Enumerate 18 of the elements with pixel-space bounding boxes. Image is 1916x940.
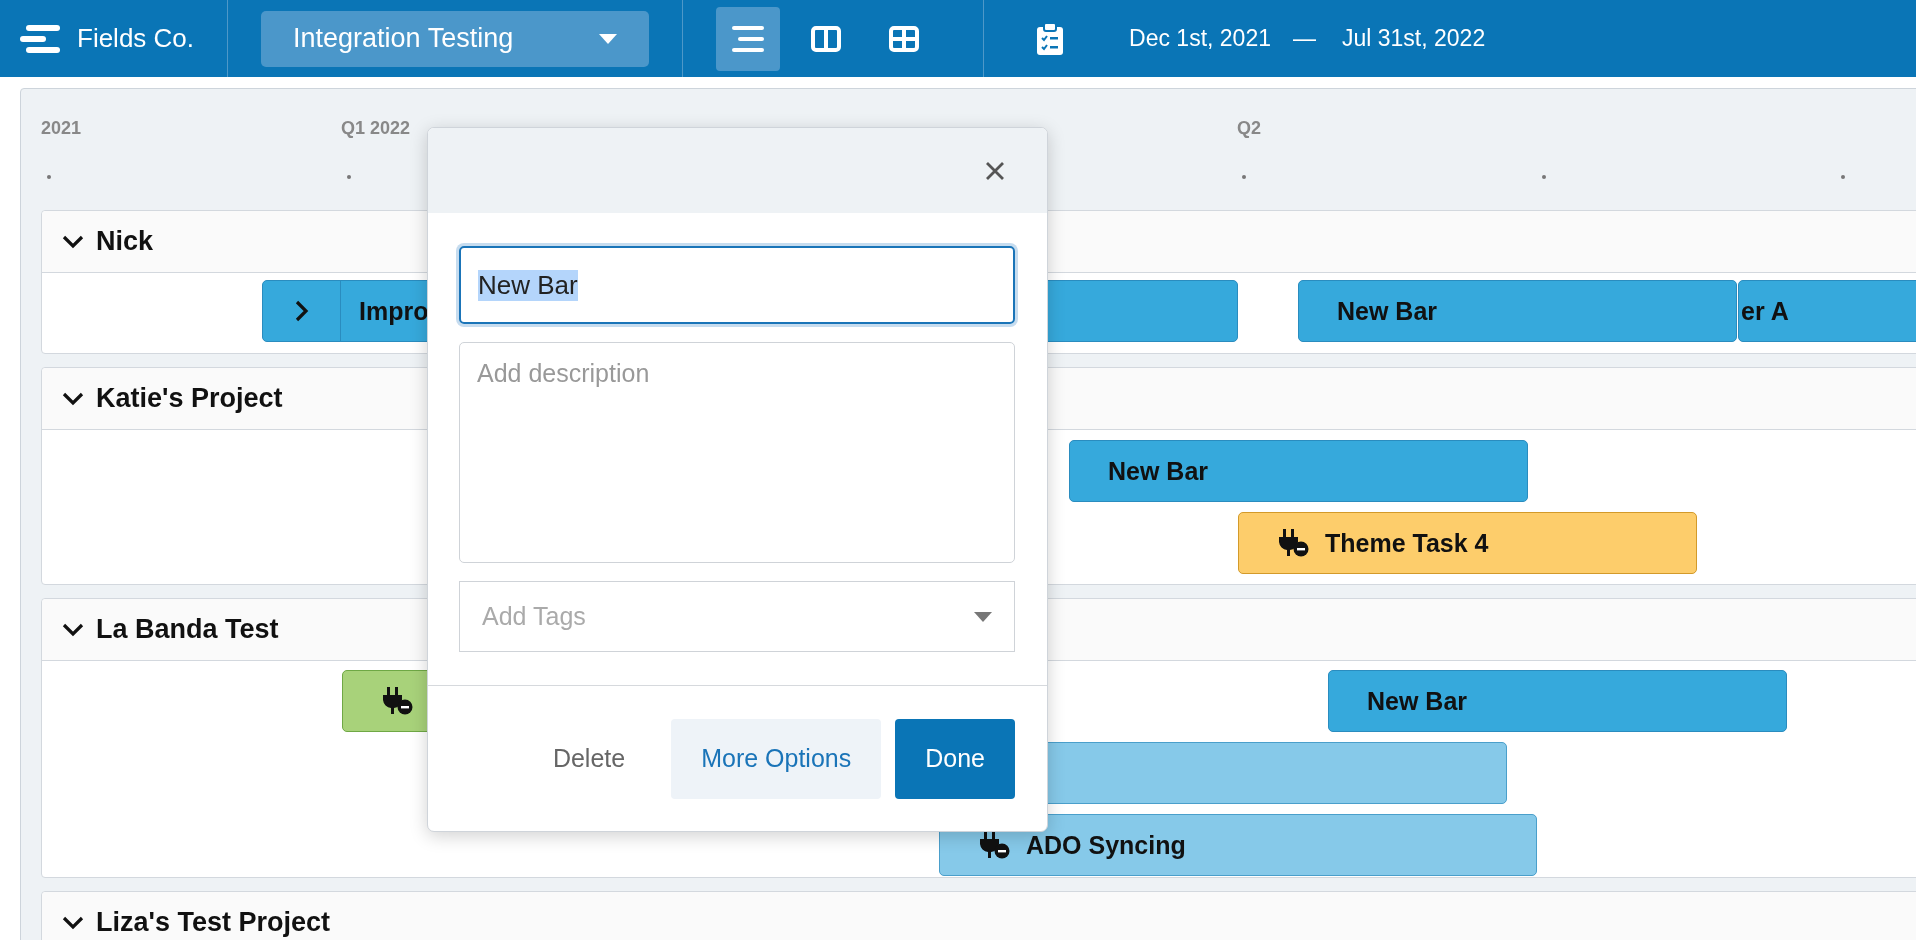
group-name: La Banda Test xyxy=(96,614,279,645)
period-label: Q2 xyxy=(1237,118,1261,139)
period-label: 2021 xyxy=(41,118,82,139)
bar-label: New Bar xyxy=(1108,456,1209,486)
brand-name: Fields Co. xyxy=(77,23,195,54)
date-separator: — xyxy=(1292,25,1316,52)
group-name: Liza's Test Project xyxy=(96,907,330,938)
bar-label: Theme Task 4 xyxy=(1325,528,1489,558)
bar-label: New Bar xyxy=(1337,296,1438,326)
group-name: Katie's Project xyxy=(96,383,283,414)
end-date: Jul 31st, 2022 xyxy=(1341,25,1486,52)
bar-label: er A xyxy=(1741,296,1789,326)
group-name: Nick xyxy=(96,226,154,257)
bar-label: New Bar xyxy=(1367,686,1468,716)
bar-label: ADO Syncing xyxy=(1026,830,1186,860)
start-date: Dec 1st, 2021 xyxy=(1129,25,1271,52)
bar-label: Impro xyxy=(359,296,429,326)
period-label: Q1 2022 xyxy=(341,118,411,139)
